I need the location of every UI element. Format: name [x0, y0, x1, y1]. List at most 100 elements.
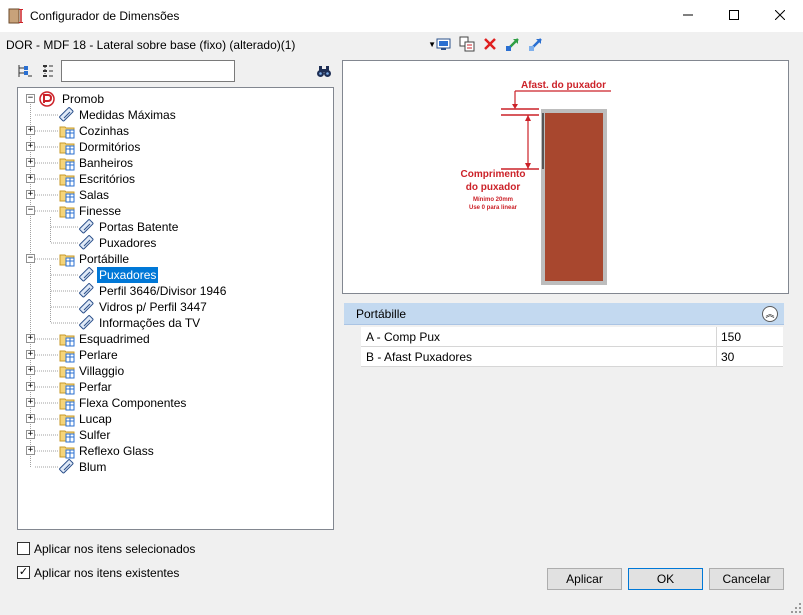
collapse-toggle-icon[interactable]: − [26, 94, 35, 103]
folder-icon [59, 187, 75, 203]
apply-selected-label: Aplicar nos itens selecionados [34, 542, 196, 556]
expand-toggle-icon[interactable]: + [26, 190, 35, 199]
preview-drawing: Afast. do puxador Comprimento do puxador… [461, 80, 611, 285]
expand-toggle-icon[interactable]: + [26, 382, 35, 391]
property-grid: Portábille ︽ A - Comp Pux 150 B - Afast … [344, 303, 784, 543]
dimension-arrow [525, 163, 531, 169]
property-row[interactable]: B - Afast Puxadores 30 [361, 347, 783, 367]
expand-toggle-icon[interactable]: + [26, 430, 35, 439]
folder-icon [59, 395, 75, 411]
tree-item-label: Sulfer [79, 428, 111, 442]
tree-collapse-icon[interactable] [17, 63, 33, 79]
tree-item-label: Salas [79, 188, 110, 202]
comprimento-label-line1: Comprimento [461, 169, 526, 180]
property-row[interactable]: A - Comp Pux 150 [361, 327, 783, 347]
folder-icon [59, 155, 75, 171]
resize-grip-icon[interactable] [791, 603, 801, 613]
tree-item-label: Flexa Componentes [79, 396, 187, 410]
folder-icon [59, 203, 75, 219]
expand-toggle-icon[interactable]: + [26, 366, 35, 375]
collapse-toggle-icon[interactable]: − [26, 206, 35, 215]
tree-item-label: Finesse [79, 204, 122, 218]
tree-item-label: Lucap [79, 412, 112, 426]
property-name: B - Afast Puxadores [366, 350, 473, 364]
tree-item-label: Escritórios [79, 172, 136, 186]
dimension-item-icon [79, 283, 95, 299]
close-icon [774, 9, 786, 21]
toolbar: DOR - MDF 18 - Lateral sobre base (fixo)… [0, 32, 803, 56]
dimension-app-icon [8, 8, 23, 24]
maximize-button[interactable] [711, 0, 757, 31]
tree-item-label: Portábille [79, 252, 130, 266]
close-button[interactable] [757, 0, 803, 31]
delete-icon[interactable] [482, 36, 498, 52]
expand-toggle-icon[interactable]: + [26, 334, 35, 343]
folder-icon [59, 139, 75, 155]
expand-toggle-icon[interactable]: + [26, 158, 35, 167]
minimize-icon [683, 14, 693, 16]
folder-icon [59, 331, 75, 347]
tree-item-label: Perfil 3646/Divisor 1946 [99, 284, 227, 298]
folder-icon [59, 251, 75, 267]
ok-button[interactable]: OK [628, 568, 703, 590]
monitor-icon[interactable] [436, 36, 452, 52]
expand-toggle-icon[interactable]: + [26, 446, 35, 455]
dimension-item-icon [79, 299, 95, 315]
apply-existing-label: Aplicar nos itens existentes [34, 566, 180, 580]
folder-icon [59, 443, 75, 459]
dimension-preview: Afast. do puxador Comprimento do puxador… [342, 60, 789, 294]
tree-item-label: Esquadrimed [79, 332, 150, 346]
category-tree[interactable]: − Promob Medidas Máximas + Cozinhas + Dormit… [17, 87, 334, 530]
document-dropdown-value: DOR - MDF 18 - Lateral sobre base (fixo)… [6, 38, 296, 52]
collapse-section-icon[interactable]: ︽ [762, 306, 778, 322]
copy-paste-icon[interactable] [459, 36, 475, 52]
promob-logo-icon [39, 91, 55, 107]
expand-toggle-icon[interactable]: + [26, 414, 35, 423]
minimize-button[interactable] [665, 0, 711, 31]
tree-item-label: Reflexo Glass [79, 444, 154, 458]
tree-item-label: Blum [79, 460, 107, 474]
folder-icon [59, 363, 75, 379]
apply-selected-checkbox[interactable] [17, 542, 30, 555]
expand-blue-icon[interactable] [528, 36, 544, 52]
apply-existing-checkbox[interactable]: ✓ [17, 566, 30, 579]
property-value-input[interactable]: 30 [716, 347, 783, 366]
door-panel [545, 113, 603, 281]
tree-item-label: Informações da TV [99, 316, 201, 330]
expand-toggle-icon[interactable]: + [26, 142, 35, 151]
tree-item-label: Puxadores [99, 236, 157, 250]
document-dropdown[interactable]: DOR - MDF 18 - Lateral sobre base (fixo)… [4, 36, 436, 54]
afast-label: Afast. do puxador [521, 80, 606, 91]
comprimento-label-line2: do puxador [466, 182, 521, 193]
expand-toggle-icon[interactable]: + [26, 126, 35, 135]
dropdown-arrow-icon: ▼ [428, 40, 436, 49]
minimum-note: Mínimo 20mm [473, 197, 513, 203]
property-name: A - Comp Pux [366, 330, 441, 344]
dimension-item-icon [79, 315, 95, 331]
dimension-item-icon [79, 219, 95, 235]
linear-note: Use 0 para linear [469, 205, 518, 211]
tree-list-icon[interactable] [40, 63, 56, 79]
expand-toggle-icon[interactable]: + [26, 174, 35, 183]
cancel-button[interactable]: Cancelar [709, 568, 784, 590]
dimension-arrow [525, 115, 531, 121]
apply-button[interactable]: Aplicar [547, 568, 622, 590]
tree-item-label: Villaggio [79, 364, 125, 378]
folder-icon [59, 123, 75, 139]
expand-green-icon[interactable] [505, 36, 521, 52]
tree-item-label: Perfar [79, 380, 112, 394]
property-value-input[interactable]: 150 [716, 327, 783, 346]
dimension-item-icon [79, 235, 95, 251]
collapse-toggle-icon[interactable]: − [26, 254, 35, 263]
folder-icon [59, 379, 75, 395]
expand-toggle-icon[interactable]: + [26, 398, 35, 407]
folder-icon [59, 347, 75, 363]
tree-item-label: Perlare [79, 348, 118, 362]
binoculars-icon[interactable] [316, 63, 332, 79]
tree-root-label: Promob [62, 92, 105, 106]
tree-search-input[interactable] [61, 60, 235, 82]
maximize-icon [729, 10, 739, 20]
expand-toggle-icon[interactable]: + [26, 350, 35, 359]
property-section-header[interactable]: Portábille ︽ [344, 303, 784, 325]
tree-item-label: Dormitórios [79, 140, 141, 154]
